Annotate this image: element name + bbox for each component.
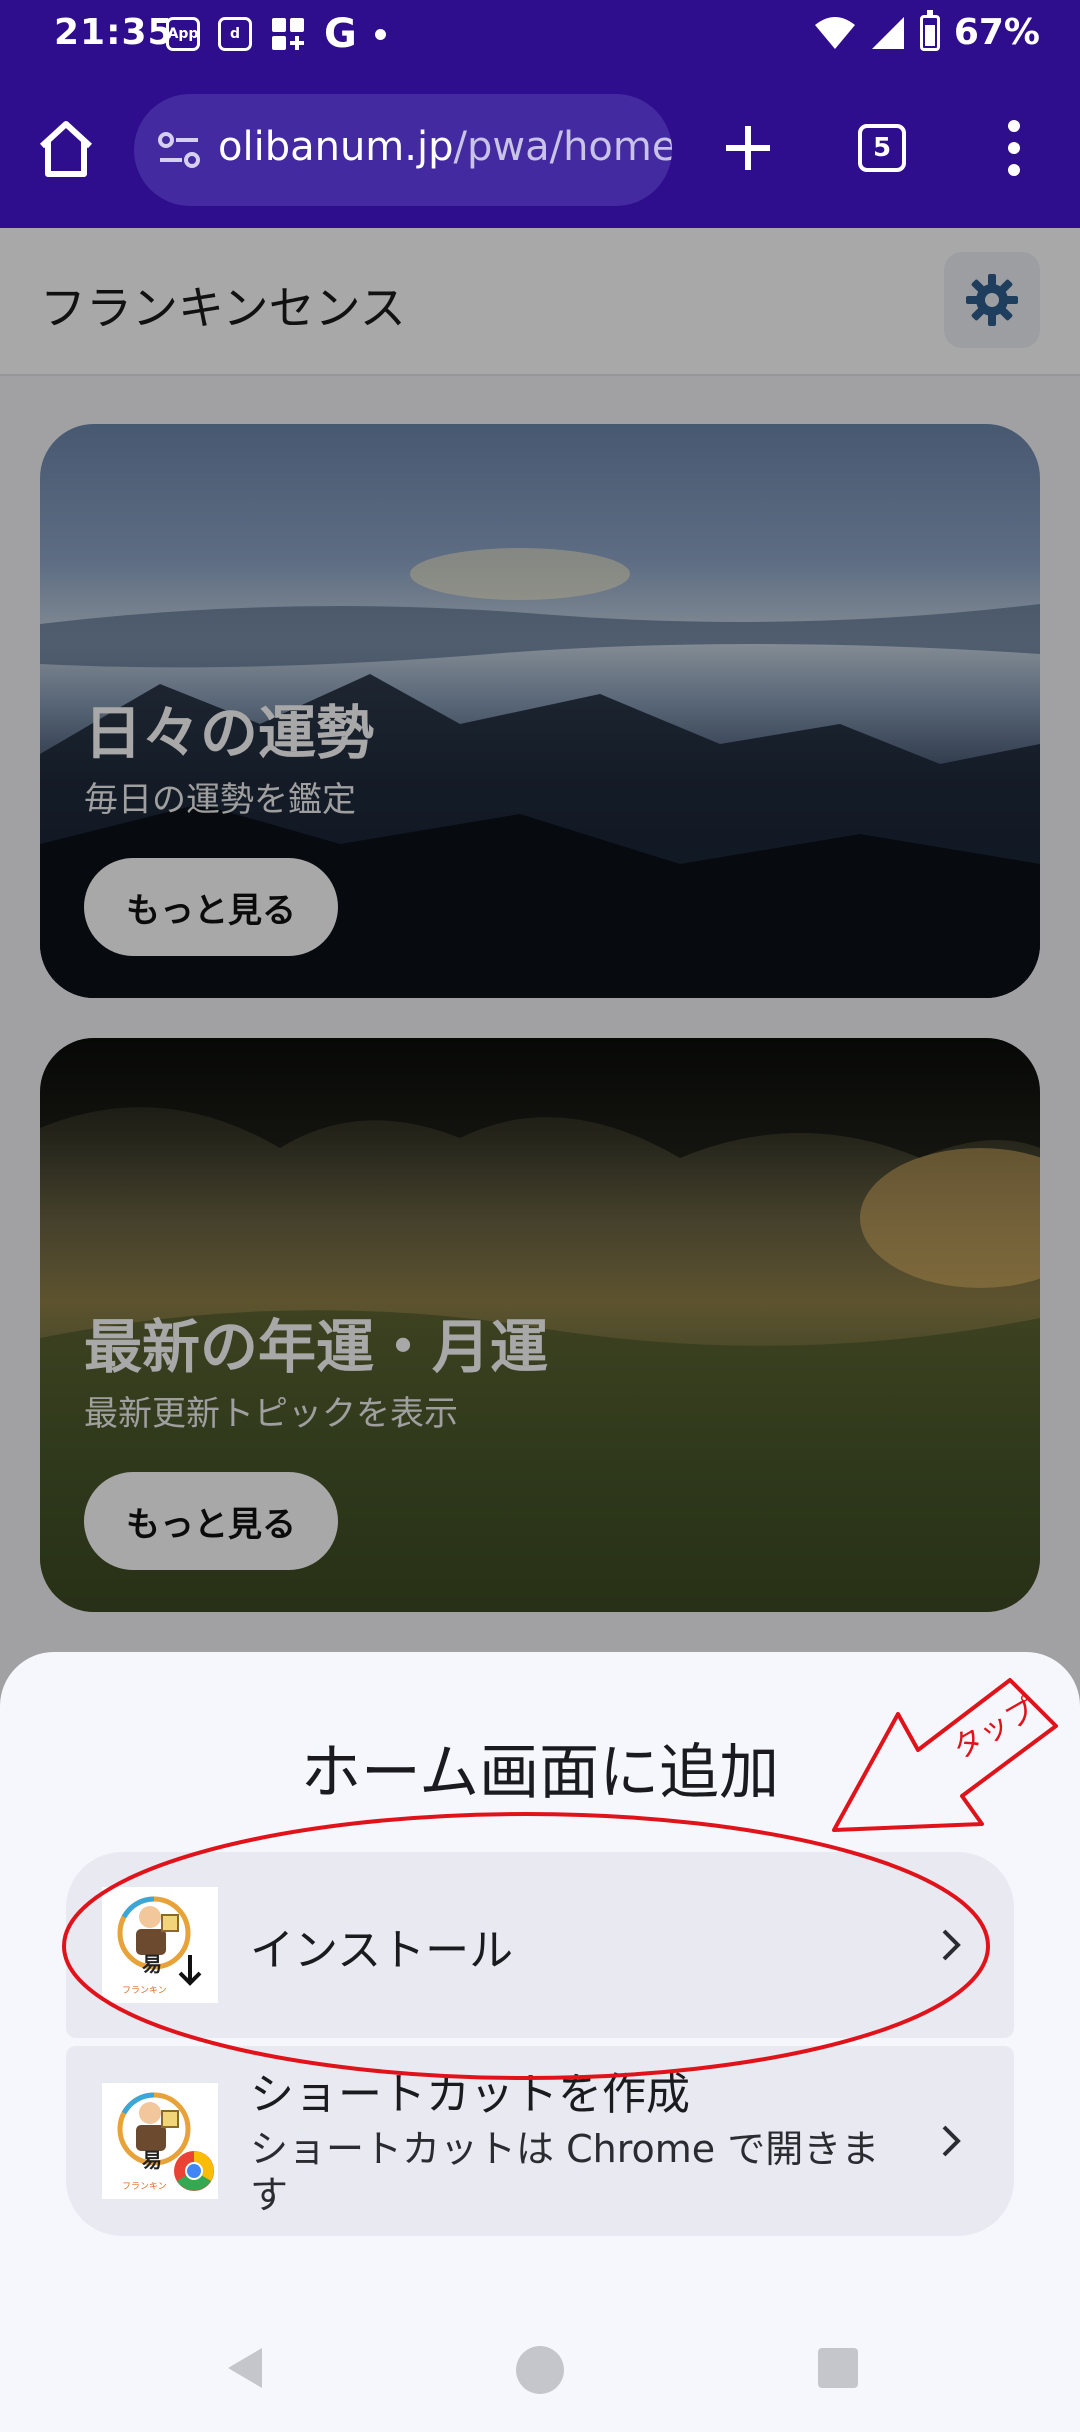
address-bar[interactable]: olibanum.jp/pwa/home xyxy=(134,94,672,206)
browser-top-area: 21:35 App d G 67% olibanum.jp/pwa/home 5 xyxy=(0,0,1080,228)
browser-toolbar: olibanum.jp/pwa/home 5 xyxy=(0,72,1080,228)
new-tab-icon[interactable] xyxy=(712,112,784,184)
url-path: /pwa/home xyxy=(453,124,673,170)
svg-text:易: 易 xyxy=(142,1952,162,1976)
app-notification-icon: App xyxy=(166,17,200,51)
app-icon: 易 フランキン xyxy=(102,1887,218,2003)
system-status-icons: 67% xyxy=(814,9,1040,53)
chevron-right-icon xyxy=(942,2125,961,2157)
widgets-icon xyxy=(272,18,304,50)
screen: 21:35 App d G 67% olibanum.jp/pwa/home 5… xyxy=(0,0,1080,2432)
home-icon[interactable] xyxy=(30,112,102,184)
home-nav-icon[interactable] xyxy=(516,2346,564,2394)
shortcut-description: ショートカットは Chrome で開きます xyxy=(250,2127,880,2217)
sheet-title: ホーム画面に追加 xyxy=(300,1738,780,1808)
battery-icon xyxy=(919,9,940,51)
app-icon: 易 フランキン xyxy=(102,2083,218,2199)
shortcut-label: ショートカットを作成 xyxy=(250,2069,690,2120)
svg-text:易: 易 xyxy=(142,2148,162,2172)
url-host: olibanum.jp xyxy=(218,124,454,170)
install-option[interactable]: 易 フランキン インストール xyxy=(66,1852,1014,2038)
app-logo-image: 易 フランキン xyxy=(117,2092,214,2192)
battery-percent: 67% xyxy=(953,12,1040,53)
back-icon[interactable] xyxy=(222,2344,266,2392)
google-icon: G xyxy=(324,11,357,57)
app-logo-caption: フランキン xyxy=(122,2181,167,2192)
signal-icon xyxy=(871,16,904,49)
create-shortcut-option[interactable]: 易 フランキン ショートカットを作成 ショートカットは Chrome で開きます xyxy=(66,2046,1014,2236)
status-time: 21:35 xyxy=(54,12,174,53)
tab-switcher-button[interactable]: 5 xyxy=(858,124,906,172)
app-logo-caption: フランキン xyxy=(122,1985,167,1996)
system-nav-bar xyxy=(0,2308,1080,2432)
url-text: olibanum.jp/pwa/home xyxy=(218,124,672,170)
more-menu-icon[interactable] xyxy=(994,112,1034,184)
notification-icons: App d G xyxy=(166,14,386,54)
site-settings-icon[interactable] xyxy=(154,124,206,176)
install-label: インストール xyxy=(250,1925,514,1976)
status-bar: 21:35 App d G 67% xyxy=(0,0,1080,72)
recents-icon[interactable] xyxy=(818,2348,858,2388)
wifi-icon xyxy=(814,16,855,49)
chrome-badge-icon xyxy=(174,2151,214,2191)
app-logo-image: 易 フランキン xyxy=(117,1896,202,1996)
tab-count: 5 xyxy=(872,133,892,163)
battery-level-fill xyxy=(924,25,935,46)
d-notification-icon: d xyxy=(218,17,252,51)
dot-icon xyxy=(374,28,386,40)
chevron-right-icon xyxy=(942,1929,961,1961)
